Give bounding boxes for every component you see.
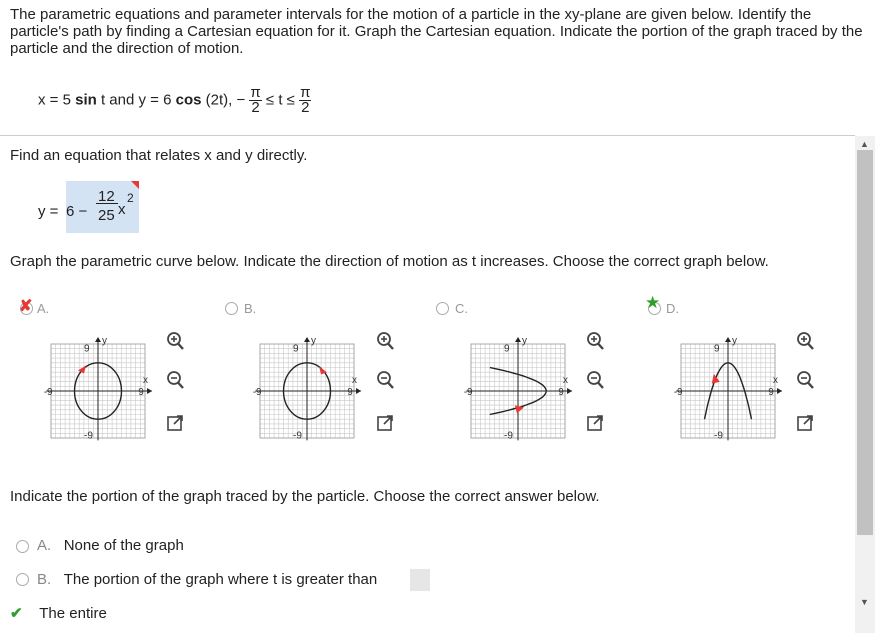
option-d-label: D. (666, 301, 679, 316)
t-value-input[interactable] (410, 569, 430, 591)
checkmark-icon: ✔ (10, 605, 23, 622)
graph-option-d[interactable]: y x 9 -9 -9 9 (668, 326, 788, 446)
option-b-label: B. (244, 301, 257, 316)
y-axis-arrow (304, 336, 310, 342)
x-axis-arrow (356, 388, 362, 394)
y-axis-arrow (725, 336, 731, 342)
pi-over-2-fraction: π2 (249, 84, 262, 116)
y-tick-bottom: -9 (84, 430, 93, 441)
zoom-out-icon[interactable] (165, 370, 185, 390)
correct-star-icon: ★ (645, 293, 661, 312)
incorrect-x-icon: ✘ (19, 298, 33, 315)
y-tick-top: 9 (84, 344, 90, 355)
x-tick-left: -9 (44, 387, 53, 398)
x-axis-arrow (567, 388, 573, 394)
answer-label: y = (38, 203, 59, 220)
graph-option-b[interactable]: y x 9 -9 -9 9 (247, 326, 367, 446)
portion-option-b: B. The portion of the graph where t is g… (37, 571, 378, 588)
graph-option-a[interactable]: y x 9 -9 -9 9 (38, 326, 158, 446)
x-axis-arrow (147, 388, 153, 394)
popout-icon[interactable] (795, 413, 815, 433)
parametric-equation: x = 5 sin t and y = 6 cos (2t), − π2 ≤ t… (38, 84, 312, 116)
incorrect-flag-icon (131, 181, 139, 189)
x-axis-arrow (777, 388, 783, 394)
popout-icon[interactable] (375, 413, 395, 433)
y-tick-bottom: -9 (504, 430, 513, 441)
x-tick-left: -9 (464, 387, 473, 398)
x-tick-left: -9 (674, 387, 683, 398)
portion-option-a: A. None of the graph (37, 537, 184, 554)
pi-over-2-fraction: π2 (299, 84, 312, 116)
popout-icon[interactable] (585, 413, 605, 433)
scrollbar-thumb[interactable] (857, 150, 873, 535)
y-axis-label: y (102, 335, 107, 346)
x-tick-right: 9 (768, 387, 774, 398)
section-divider (0, 135, 855, 136)
problem-statement: The parametric equations and parameter i… (10, 6, 863, 57)
y-tick-bottom: -9 (714, 430, 723, 441)
y-axis-label: y (732, 335, 737, 346)
portion-option-a-radio[interactable] (16, 540, 29, 553)
scroll-down-icon[interactable]: ▼ (860, 597, 869, 607)
x-tick-right: 9 (347, 387, 353, 398)
option-c-radio[interactable] (436, 302, 449, 315)
x-axis-label: x (773, 375, 778, 386)
zoom-in-icon[interactable] (165, 331, 185, 351)
popout-icon[interactable] (165, 413, 185, 433)
y-axis-label: y (311, 335, 316, 346)
portion-option-b-radio[interactable] (16, 573, 29, 586)
y-axis-arrow (515, 336, 521, 342)
zoom-out-icon[interactable] (375, 370, 395, 390)
x-tick-right: 9 (138, 387, 144, 398)
y-tick-top: 9 (714, 344, 720, 355)
zoom-in-icon[interactable] (585, 331, 605, 351)
zoom-in-icon[interactable] (375, 331, 395, 351)
zoom-out-icon[interactable] (585, 370, 605, 390)
y-tick-top: 9 (293, 344, 299, 355)
y-axis-arrow (95, 336, 101, 342)
zoom-in-icon[interactable] (795, 331, 815, 351)
graph-option-c[interactable]: y x 9 -9 -9 9 (458, 326, 578, 446)
scroll-up-icon[interactable]: ▲ (860, 139, 869, 149)
x-tick-left: -9 (253, 387, 262, 398)
option-c-label: C. (455, 301, 468, 316)
x-axis-label: x (143, 375, 148, 386)
x-axis-label: x (563, 375, 568, 386)
zoom-out-icon[interactable] (795, 370, 815, 390)
question-3: Indicate the portion of the graph traced… (10, 488, 600, 505)
x-tick-right: 9 (558, 387, 564, 398)
y-tick-top: 9 (504, 344, 510, 355)
y-tick-bottom: -9 (293, 430, 302, 441)
portion-option-c: ✔ The entire (10, 605, 107, 622)
question-2: Graph the parametric curve below. Indica… (10, 253, 769, 270)
option-a-label: A. (37, 301, 50, 316)
y-axis-label: y (522, 335, 527, 346)
option-b-radio[interactable] (225, 302, 238, 315)
question-1: Find an equation that relates x and y di… (10, 147, 308, 164)
x-axis-label: x (352, 375, 357, 386)
